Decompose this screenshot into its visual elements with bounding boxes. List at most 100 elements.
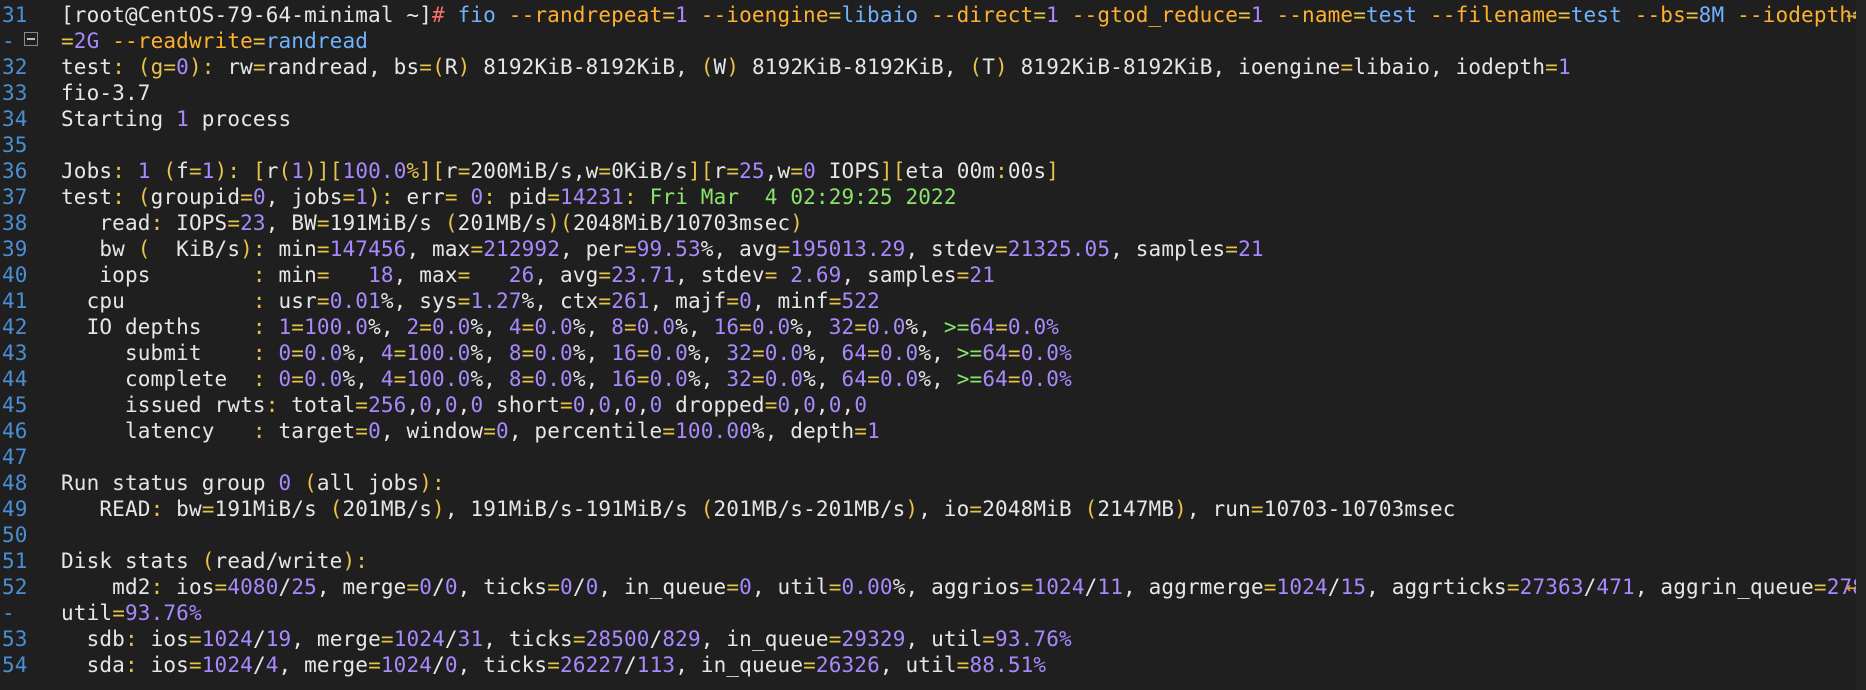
- terminal-line: 53 sdb: ios=1024/19, merge=1024/31, tick…: [0, 626, 1866, 652]
- text-token: =: [751, 341, 765, 365]
- text-token: 0: [777, 393, 791, 417]
- text-token: , majf: [649, 289, 727, 313]
- text-token: 00s: [1007, 159, 1047, 183]
- text-token: =: [854, 315, 868, 339]
- text-token: 100.0: [406, 341, 471, 365]
- text-token: 16: [713, 315, 740, 339]
- text-token: %,: [675, 315, 714, 339]
- text-token: --readwrite: [112, 29, 253, 53]
- text-token: 2147MB: [1097, 497, 1175, 521]
- text-token: =: [291, 315, 305, 339]
- line-content: md2: ios=4080/25, merge=0/0, ticks=0/0, …: [61, 574, 1866, 600]
- line-number: 46: [2, 419, 28, 443]
- text-token: 0.0: [649, 341, 688, 365]
- scrollbar-track[interactable]: [1856, 0, 1866, 690]
- text-token: min: [278, 237, 317, 261]
- text-token: 0.0: [432, 315, 471, 339]
- text-token: 64: [841, 367, 868, 391]
- line-content: bw ( KiB/s): min=147456, max=212992, per…: [61, 236, 1264, 262]
- text-token: 1024: [201, 627, 253, 651]
- text-token: %, ctx: [521, 289, 599, 313]
- fold-collapse-icon[interactable]: [24, 32, 38, 46]
- text-token: 261: [611, 289, 650, 313]
- text-token: , ticks: [457, 575, 548, 599]
- text-token: total: [291, 393, 356, 417]
- text-token: 28500: [585, 627, 650, 651]
- text-token: 1: [867, 419, 880, 443]
- text-token: ,: [406, 393, 420, 417]
- text-token: bw: [61, 237, 138, 261]
- text-token: %, avg: [700, 237, 778, 261]
- text-token: %, depth: [751, 419, 855, 443]
- text-token: err: [406, 185, 445, 209]
- text-token: =: [764, 393, 778, 417]
- text-token: 1: [291, 159, 305, 183]
- text-token: , run: [1186, 497, 1251, 521]
- text-token: %,: [342, 367, 381, 391]
- text-token: =: [188, 627, 202, 651]
- text-token: =: [547, 185, 561, 209]
- line-content: submit : 0=0.0%, 4=100.0%, 8=0.0%, 16=0.…: [61, 340, 1072, 366]
- text-token: ): [432, 497, 445, 521]
- text-token: =: [636, 341, 650, 365]
- text-token: %: [1059, 367, 1072, 391]
- text-token: 1: [278, 315, 292, 339]
- text-token: (: [329, 497, 343, 521]
- text-token: 1: [137, 159, 151, 183]
- text-token: 1: [1046, 3, 1072, 27]
- line-content: fio-3.7: [61, 80, 151, 106]
- text-token: /: [1327, 575, 1341, 599]
- text-token: 256: [368, 393, 407, 417]
- text-token: =: [662, 419, 676, 443]
- text-token: issued rwts: [61, 393, 266, 417]
- text-token: %][: [406, 159, 445, 183]
- text-token: 195013.29: [790, 237, 906, 261]
- line-content: util=93.76%: [61, 600, 202, 626]
- text-token: /: [432, 575, 445, 599]
- text-token: 99.53: [636, 237, 701, 261]
- text-token: =: [623, 237, 637, 261]
- text-token: ,: [585, 393, 599, 417]
- text-token: , max: [393, 263, 458, 287]
- text-token: md2: [61, 575, 151, 599]
- text-token: /: [624, 653, 637, 677]
- text-token: %,: [803, 367, 842, 391]
- text-token: randread: [265, 29, 369, 53]
- line-number: 36: [2, 159, 28, 183]
- text-token: /: [432, 653, 445, 677]
- line-number: 39: [2, 237, 28, 261]
- text-token: 29329: [841, 627, 906, 651]
- text-token: =: [483, 419, 497, 443]
- text-token: 11: [1097, 575, 1124, 599]
- text-token: 0: [368, 419, 381, 443]
- text-token: R: [444, 55, 458, 79]
- text-token: 191MiB/s: [329, 211, 445, 235]
- text-token: all jobs: [316, 471, 420, 495]
- text-token: --bs: [1634, 3, 1686, 27]
- text-token: 0: [803, 159, 816, 183]
- text-token: rw: [227, 55, 253, 79]
- line-number: 34: [2, 107, 28, 131]
- text-token: >=: [956, 367, 983, 391]
- text-token: =: [201, 497, 215, 521]
- text-token: , window: [380, 419, 484, 443]
- text-token: (g: [137, 55, 164, 79]
- text-token: (: [291, 471, 317, 495]
- text-token: :: [112, 159, 138, 183]
- line-number: 54: [2, 653, 28, 677]
- text-token: , util: [751, 575, 829, 599]
- text-token: ,w: [764, 159, 791, 183]
- text-token: 100.00: [675, 419, 752, 443]
- terminal-output[interactable]: 31 [root@CentOS-79-64-minimal ~]# fio --r…: [0, 0, 1866, 690]
- text-token: =: [214, 575, 228, 599]
- text-token: 23: [240, 211, 266, 235]
- text-token: =: [662, 3, 676, 27]
- text-token: (: [137, 237, 177, 261]
- text-token: 0.01: [329, 289, 381, 313]
- line-number: 52: [2, 575, 28, 599]
- text-token: cpu: [61, 289, 253, 313]
- text-token: process: [188, 107, 292, 131]
- text-token: 19: [265, 627, 292, 651]
- text-token: 0: [623, 393, 637, 417]
- text-token: pid: [508, 185, 548, 209]
